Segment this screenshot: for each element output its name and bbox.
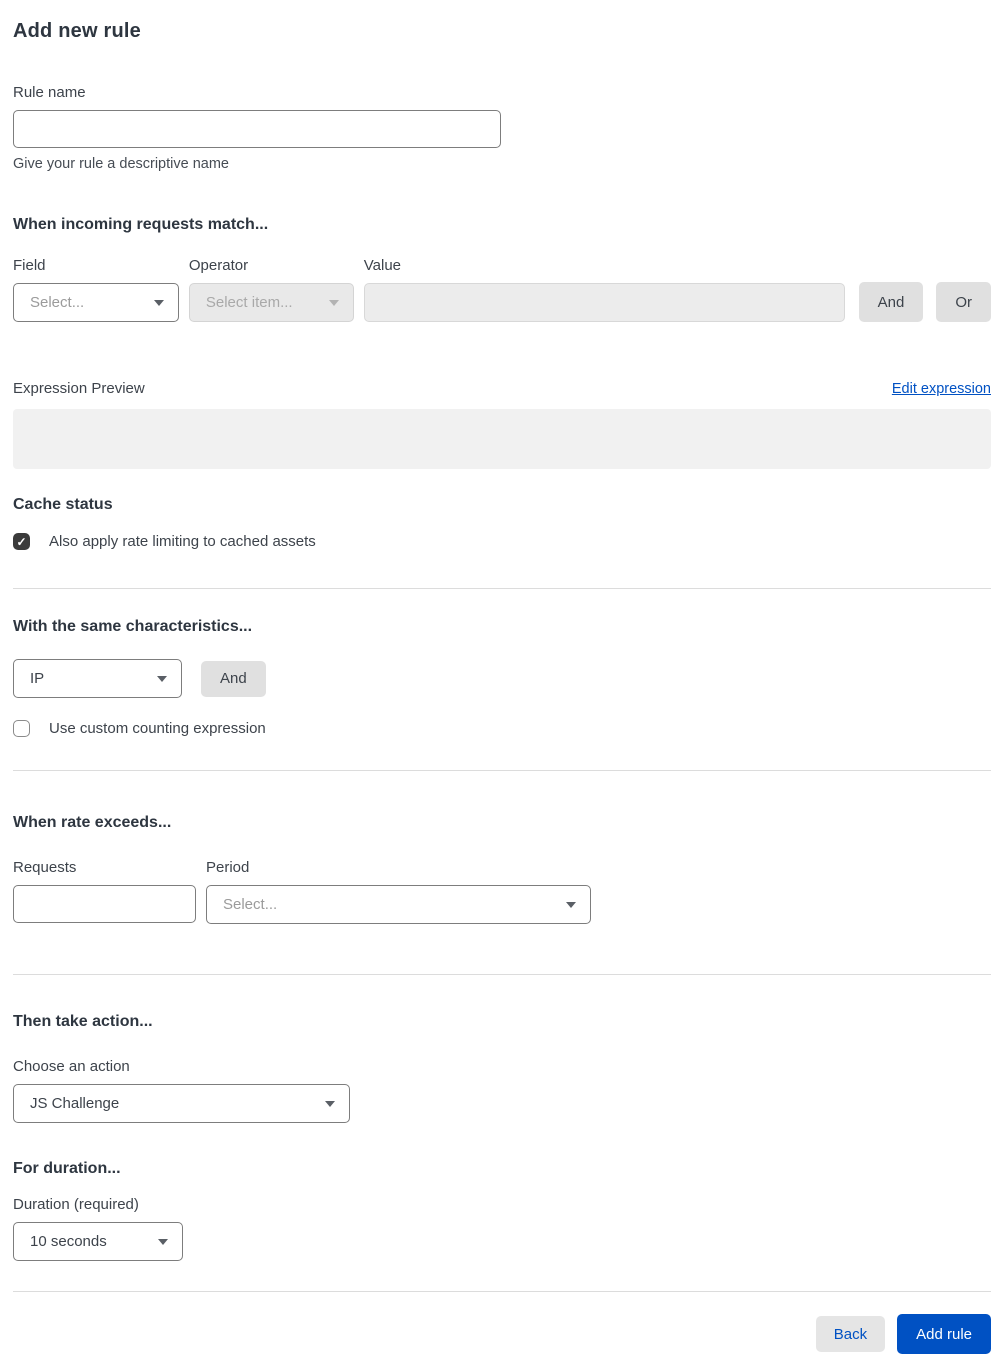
action-select[interactable]: JS Challenge: [13, 1084, 350, 1123]
characteristic-select-value: IP: [30, 670, 45, 687]
period-select[interactable]: Select...: [206, 885, 591, 924]
cached-assets-label: Also apply rate limiting to cached asset…: [49, 533, 316, 550]
expression-preview-label: Expression Preview: [13, 380, 145, 397]
duration-select-value: 10 seconds: [30, 1233, 107, 1250]
chevron-down-icon: [328, 299, 339, 306]
footer-actions: Back Add rule: [13, 1314, 991, 1354]
period-label: Period: [206, 859, 250, 876]
characteristic-and-button[interactable]: And: [201, 660, 266, 697]
section-heading-duration: For duration...: [13, 1160, 121, 1177]
expression-preview-box: [13, 409, 991, 469]
rule-name-helper: Give your rule a descriptive name: [13, 156, 229, 172]
field-select-value: Select...: [30, 294, 85, 311]
duration-label: Duration (required): [13, 1196, 139, 1213]
operator-select: Select item...: [188, 283, 354, 322]
cached-assets-checkbox[interactable]: ✓: [13, 533, 30, 550]
requests-input[interactable]: [13, 885, 196, 923]
action-select-value: JS Challenge: [30, 1095, 120, 1112]
chevron-down-icon: [158, 1238, 168, 1245]
divider: [13, 1291, 991, 1292]
characteristic-select[interactable]: IP: [13, 659, 182, 698]
field-label: Field: [13, 257, 46, 274]
value-label: Value: [363, 257, 402, 274]
chevron-down-icon: [325, 1100, 335, 1107]
operator-select-value: Select item...: [205, 294, 293, 311]
rule-name-input[interactable]: [13, 110, 501, 148]
add-rule-button[interactable]: Add rule: [897, 1314, 991, 1354]
chevron-down-icon: [566, 901, 576, 908]
duration-select[interactable]: 10 seconds: [13, 1222, 183, 1261]
and-button[interactable]: And: [858, 282, 924, 322]
section-heading-action: Then take action...: [13, 1013, 153, 1030]
rule-name-label: Rule name: [13, 84, 86, 101]
or-button[interactable]: Or: [936, 282, 991, 322]
operator-label: Operator: [188, 257, 249, 274]
requests-label: Requests: [13, 859, 77, 876]
custom-counting-label: Use custom counting expression: [49, 720, 266, 737]
section-heading-characteristics: With the same characteristics...: [13, 618, 253, 635]
page-title: Add new rule: [13, 20, 141, 42]
divider: [13, 974, 991, 975]
edit-expression-link[interactable]: Edit expression: [892, 381, 991, 397]
divider: [13, 588, 991, 589]
back-button[interactable]: Back: [815, 1316, 886, 1352]
chevron-down-icon: [157, 675, 167, 682]
custom-counting-checkbox[interactable]: [13, 720, 30, 737]
section-heading-match: When incoming requests match...: [13, 216, 269, 233]
value-input: [363, 283, 845, 322]
section-heading-rate: When rate exceeds...: [13, 814, 172, 831]
period-select-value: Select...: [223, 896, 278, 913]
add-rule-form: Add new rule Rule name Give your rule a …: [0, 0, 1002, 1354]
section-heading-cache-status: Cache status: [13, 496, 113, 513]
field-select[interactable]: Select...: [13, 283, 179, 322]
divider: [13, 770, 991, 771]
chevron-down-icon: [153, 299, 164, 306]
action-label: Choose an action: [13, 1058, 130, 1075]
checkmark-icon: ✓: [16, 534, 27, 549]
